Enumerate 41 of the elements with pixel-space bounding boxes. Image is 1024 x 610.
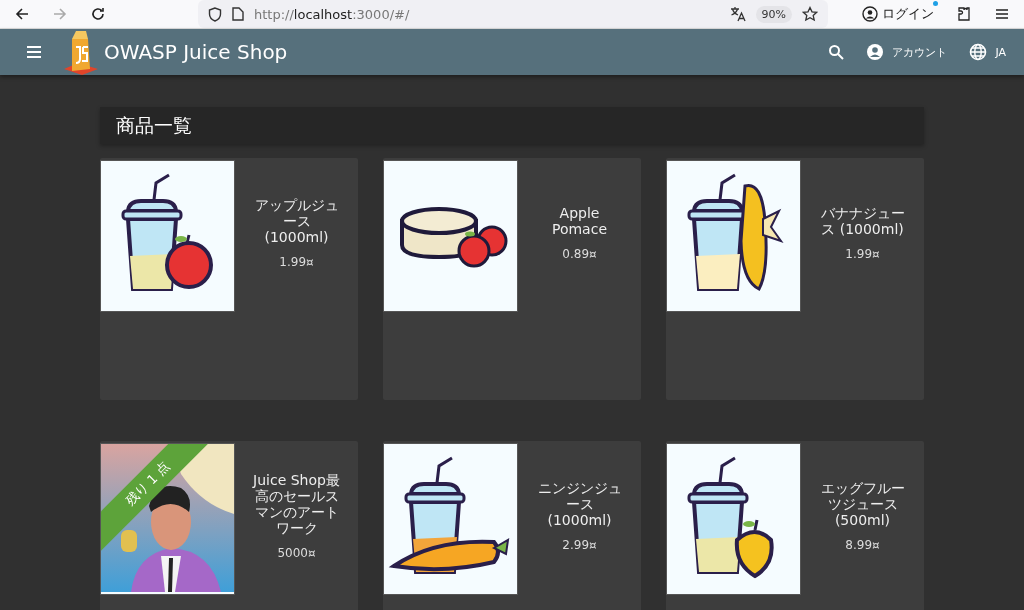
product-card[interactable]: バナナジュース (1000ml) 1.99¤: [666, 158, 924, 400]
shield-icon: [208, 6, 222, 22]
product-price: 1.99¤: [279, 255, 314, 269]
product-price: 5000¤: [277, 546, 316, 560]
menu-icon: [994, 6, 1010, 22]
product-name: ニンジンジュース (1000ml): [536, 480, 623, 528]
juice-box-logo: [62, 29, 100, 75]
forward-arrow-icon: [52, 6, 68, 22]
account-icon: [862, 6, 878, 22]
product-name: アップルジュース (1000ml): [253, 197, 340, 245]
translate-icon[interactable]: [729, 6, 746, 22]
search-icon: [828, 44, 845, 60]
product-card[interactable]: エッグフルーツジュース (500ml) 8.99¤: [666, 441, 924, 610]
product-price: 2.99¤: [562, 538, 597, 552]
star-icon[interactable]: [802, 6, 818, 22]
page-heading: 商品一覧: [100, 107, 924, 144]
product-card[interactable]: アップルジュース (1000ml) 1.99¤: [100, 158, 358, 400]
product-card[interactable]: Apple Pomace 0.89¤: [383, 158, 641, 400]
product-name: バナナジュース (1000ml): [819, 205, 906, 237]
zoom-level[interactable]: 90%: [755, 5, 792, 23]
notification-dot: [933, 1, 938, 6]
login-button[interactable]: ログイン: [856, 1, 940, 27]
account-icon: [866, 43, 885, 61]
product-price: 8.99¤: [845, 538, 880, 552]
product-name: エッグフルーツジュース (500ml): [819, 480, 906, 528]
product-name: Juice Shop最高のセールスマンのアートワーク: [252, 472, 341, 536]
app-title[interactable]: OWASP Juice Shop: [104, 40, 288, 64]
back-arrow-icon: [14, 6, 30, 22]
globe-icon: [969, 43, 988, 61]
page-icon: [232, 7, 244, 21]
product-price: 0.89¤: [562, 247, 597, 261]
product-card[interactable]: ニンジンジュース (1000ml) 2.99¤: [383, 441, 641, 610]
url-text: http://localhost:3000/#/: [254, 6, 411, 22]
product-price: 1.99¤: [845, 247, 880, 261]
account-button[interactable]: アカウント: [862, 39, 952, 65]
puzzle-icon: [956, 6, 972, 22]
product-card[interactable]: 残り 1 点 Juice Shop最高のセールスマンのアートワーク 5000¤: [100, 441, 358, 610]
address-bar[interactable]: http://localhost:3000/#/ 90%: [198, 0, 828, 28]
language-button[interactable]: JA: [965, 39, 1010, 65]
reload-icon: [90, 6, 106, 22]
product-name: Apple Pomace: [550, 205, 608, 237]
